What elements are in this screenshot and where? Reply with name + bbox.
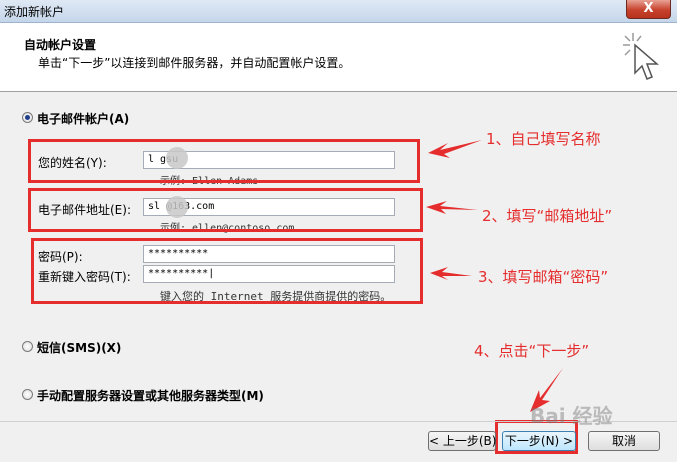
annotation-step4: 4、点击“下一步” <box>474 342 590 360</box>
header-description: 单击“下一步”以连接到邮件服务器，并自动配置帐户设置。 <box>38 56 351 70</box>
next-button[interactable]: 下一步(N) > <box>502 431 576 451</box>
email-account-radio[interactable] <box>22 112 33 123</box>
header-title: 自动帐户设置 <box>24 38 97 52</box>
sms-radio[interactable] <box>22 341 33 352</box>
sms-option-label: 短信(SMS)(X) <box>37 341 122 355</box>
name-highlight-box <box>28 139 420 183</box>
annotation-step2: 2、填写“邮箱地址” <box>482 207 613 225</box>
annotation-step3: 3、填写邮箱“密码” <box>478 268 609 286</box>
title-bar: 添加新帐户 X <box>0 0 677 23</box>
arrow-step1 <box>428 140 482 158</box>
cursor-sparkle-icon <box>623 33 660 80</box>
close-button[interactable]: X <box>626 0 671 19</box>
password-highlight-box <box>31 238 423 304</box>
email-highlight-box <box>28 188 423 232</box>
arrow-step3 <box>430 267 472 280</box>
back-button[interactable]: < 上一步(B) <box>428 431 496 451</box>
window-title: 添加新帐户 <box>4 5 65 19</box>
manual-config-radio[interactable] <box>22 389 33 400</box>
arrow-step2 <box>426 201 478 214</box>
baidu-watermark: Bai 经验 <box>530 404 613 428</box>
wizard-header: 自动帐户设置 单击“下一步”以连接到邮件服务器，并自动配置帐户设置。 <box>0 23 677 92</box>
annotation-step1: 1、自己填写名称 <box>486 130 601 148</box>
manual-config-option-label: 手动配置服务器设置或其他服务器类型(M) <box>37 389 264 403</box>
cancel-button[interactable]: 取消 <box>588 431 660 451</box>
email-account-option-label: 电子邮件帐户(A) <box>37 112 130 126</box>
